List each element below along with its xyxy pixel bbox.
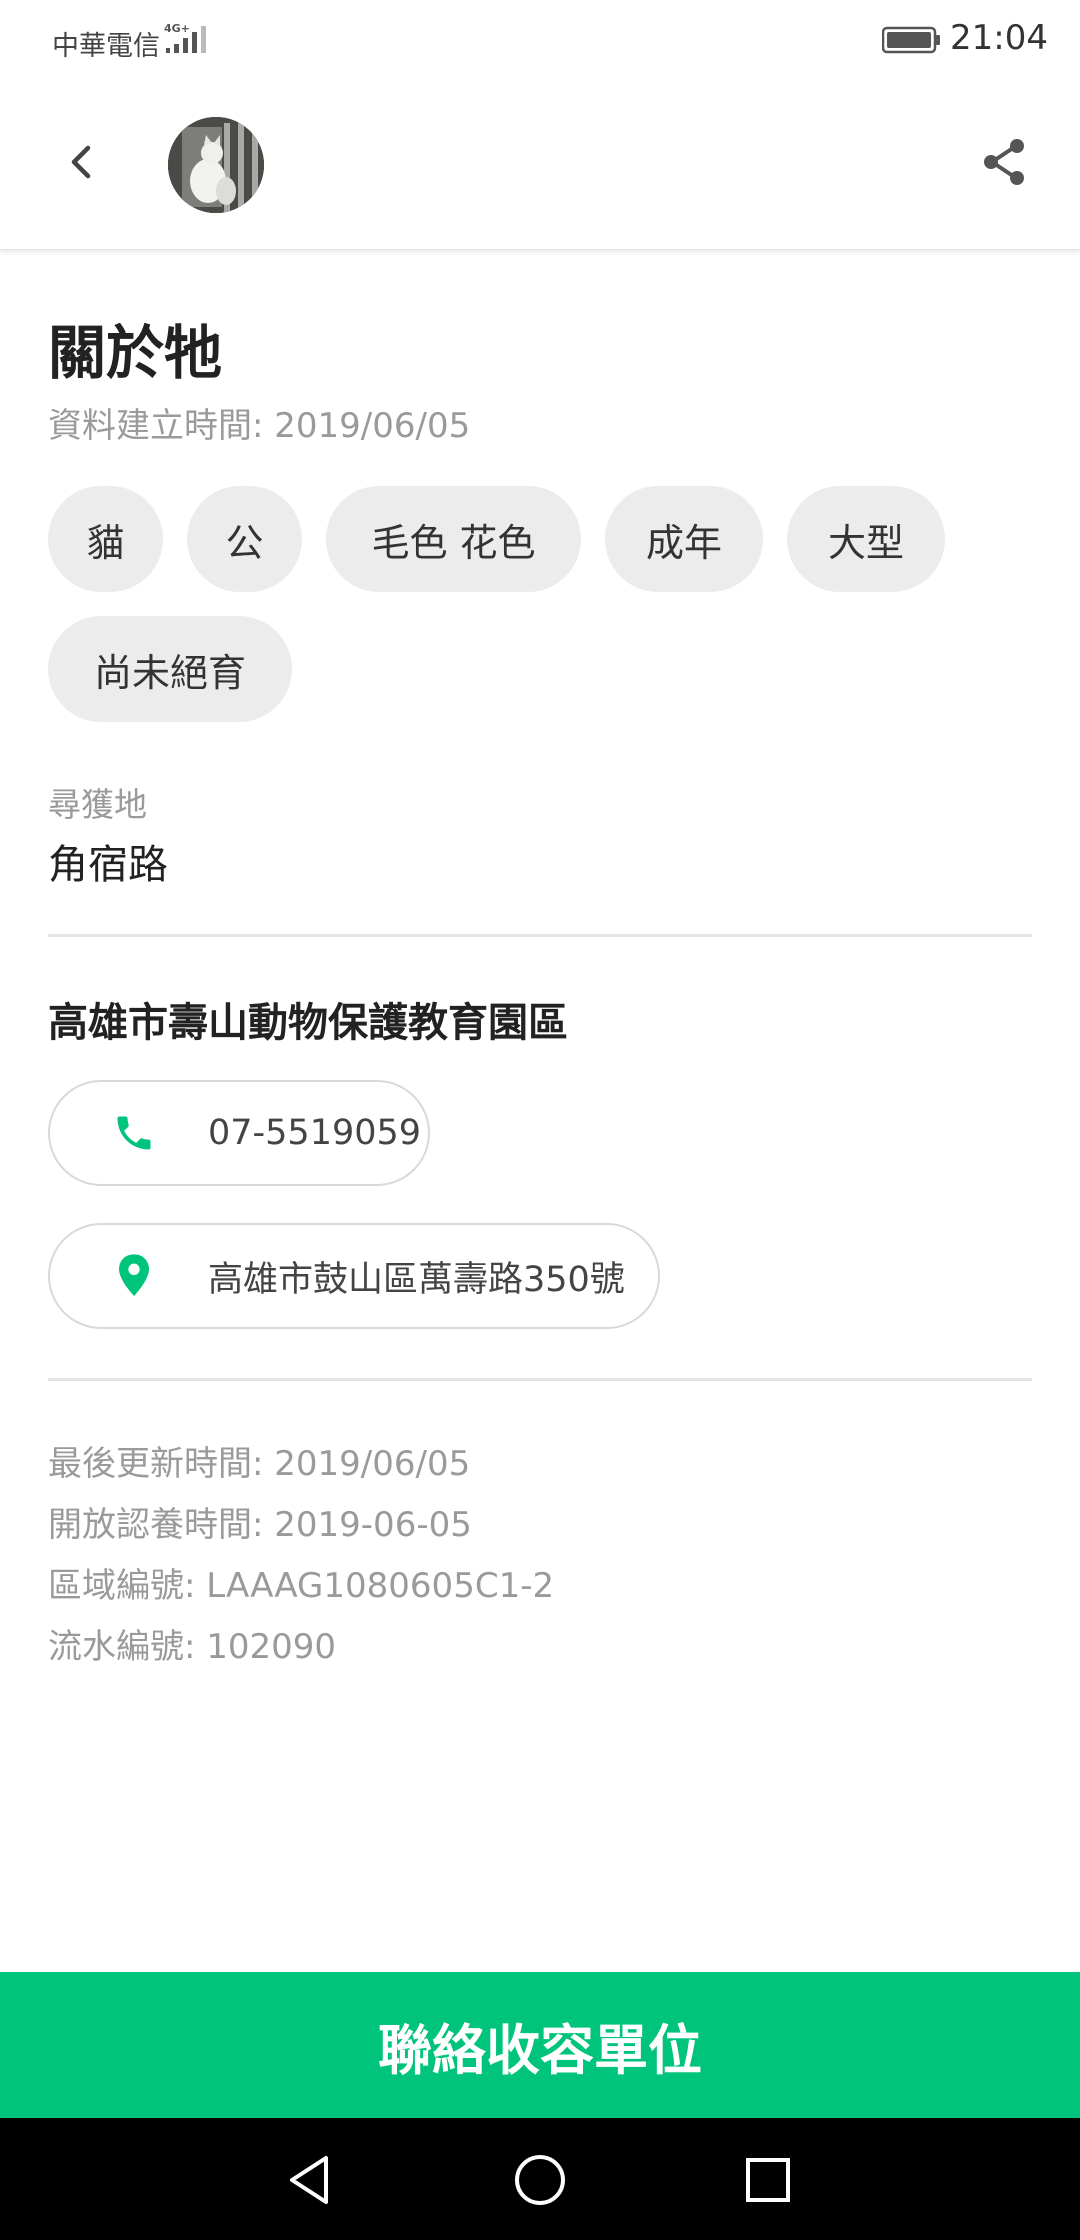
created-date: 資料建立時間: 2019/06/05 [48, 406, 471, 446]
app-header [0, 80, 1080, 250]
phone-number: 07-5519059 [208, 1113, 422, 1153]
map-pin-icon [102, 1244, 166, 1308]
signal-icon: 4G+ [164, 22, 206, 53]
navigation-bar [0, 2118, 1080, 2240]
found-location-label: 尋獲地 [48, 785, 147, 824]
nav-back-button[interactable] [274, 2144, 346, 2216]
nav-recents-button[interactable] [732, 2144, 804, 2216]
carrier-name: 中華電信 [52, 31, 160, 62]
section-title: 關於牠 [48, 319, 223, 387]
network-type: 4G+ [164, 22, 190, 35]
divider [48, 1378, 1032, 1381]
tag-sex: 公 [187, 486, 302, 592]
nav-recents-icon [746, 2158, 790, 2202]
tag-species: 貓 [48, 486, 163, 592]
tag-size: 大型 [787, 486, 945, 592]
phone-icon [102, 1101, 166, 1165]
nav-home-icon [515, 2155, 565, 2205]
share-icon [984, 139, 1024, 185]
back-button[interactable] [50, 130, 114, 194]
serial-number: 流水編號: 102090 [48, 1627, 337, 1667]
tag-sterilization: 尚未絕育 [48, 616, 292, 722]
area-id: 區域編號: LAAAG1080605C1-2 [48, 1566, 555, 1606]
address-text: 高雄市鼓山區萬壽路350號 [208, 1259, 625, 1300]
tag-age: 成年 [605, 486, 763, 592]
contact-shelter-button[interactable]: 聯絡收容單位 [0, 1972, 1080, 2118]
chevron-left-icon [71, 145, 91, 179]
address-button[interactable]: 高雄市鼓山區萬壽路350號 [48, 1223, 660, 1329]
nav-home-button[interactable] [504, 2144, 576, 2216]
divider [48, 934, 1032, 937]
clock: 21:04 [950, 18, 1048, 58]
nav-back-icon [290, 2156, 328, 2204]
found-location-value: 角宿路 [48, 842, 168, 888]
phone-button[interactable]: 07-5519059 [48, 1080, 430, 1186]
pet-avatar[interactable] [168, 117, 264, 213]
pet-photo [168, 117, 264, 213]
share-button[interactable] [972, 130, 1036, 194]
adoption-open-date: 開放認養時間: 2019-06-05 [48, 1505, 472, 1545]
battery-icon [882, 26, 940, 54]
tag-color: 毛色 花色 [326, 486, 581, 592]
shelter-name: 高雄市壽山動物保護教育園區 [48, 1000, 568, 1046]
status-bar: 中華電信 4G+ 21:04 [0, 0, 1080, 80]
updated-date: 最後更新時間: 2019/06/05 [48, 1444, 471, 1484]
